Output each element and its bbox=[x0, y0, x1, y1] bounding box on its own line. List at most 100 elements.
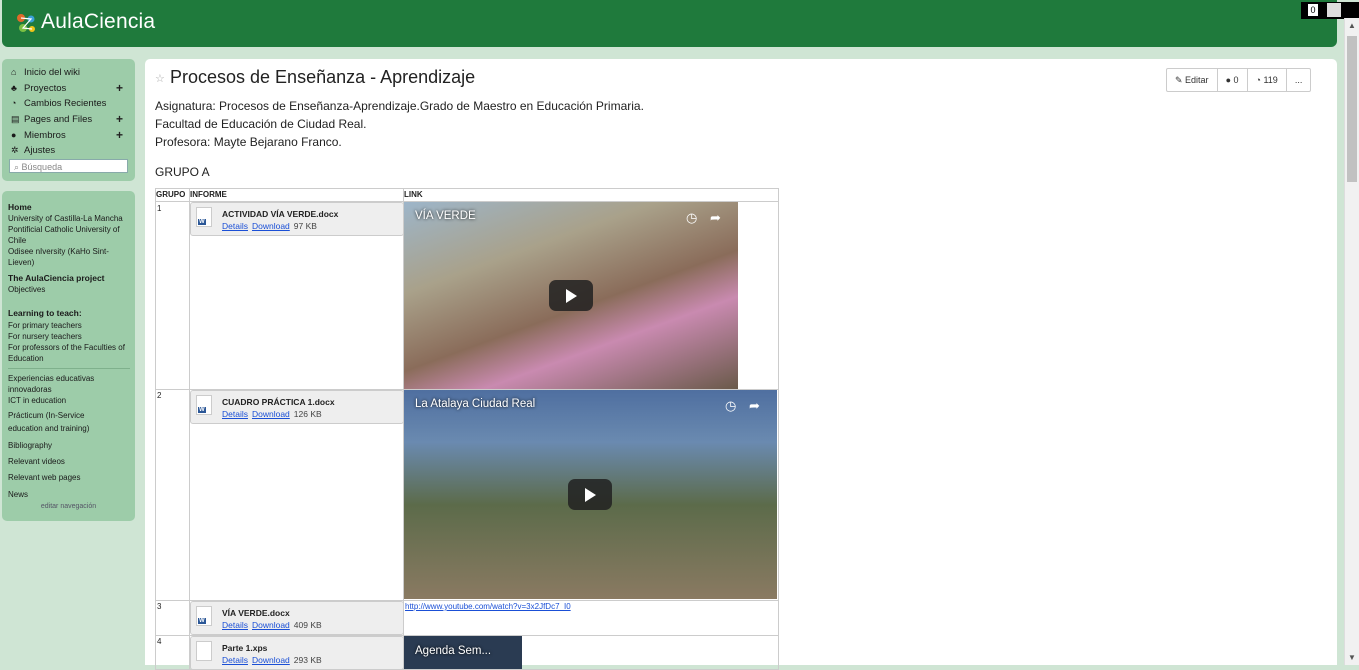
file-name: VÍA VERDE.docx bbox=[222, 608, 290, 618]
brand-name[interactable]: AulaCiencia bbox=[41, 10, 155, 34]
menu-recent-changes[interactable]: ◔ Cambios Recientes bbox=[11, 96, 106, 110]
download-link[interactable]: Download bbox=[252, 655, 290, 665]
nav-odisee-2[interactable]: Lieven) bbox=[8, 257, 130, 268]
youtube-link[interactable]: http://www.youtube.com/watch?v=3x2JfDc7_… bbox=[405, 602, 571, 611]
video-embed[interactable]: Agenda Sem... bbox=[404, 636, 522, 669]
menu-settings[interactable]: ✲ Ajustes bbox=[11, 143, 55, 157]
scrollbar-thumb[interactable] bbox=[1347, 36, 1357, 182]
user-avatar-icon[interactable] bbox=[1327, 3, 1341, 17]
nav-puc[interactable]: Pontificial Catholic University of bbox=[8, 224, 130, 235]
nav-bibliography[interactable]: Bibliography bbox=[8, 440, 130, 451]
file-attachment: ACTIVIDAD VÍA VERDE.docx Details Download… bbox=[190, 202, 404, 236]
search-input[interactable]: ⌕ Búsqueda bbox=[9, 159, 128, 173]
word-doc-icon bbox=[196, 207, 212, 227]
comment-icon: ● bbox=[1225, 75, 1234, 85]
group-heading: GRUPO A bbox=[155, 165, 210, 179]
intro-line: Profesora: Mayte Bejarano Franco. bbox=[155, 135, 342, 149]
details-link[interactable]: Details bbox=[222, 655, 248, 665]
nav-professors-2[interactable]: Education bbox=[8, 353, 130, 364]
word-doc-icon bbox=[196, 395, 212, 415]
clock-icon: ◔ bbox=[11, 98, 17, 108]
add-member-button[interactable]: + bbox=[116, 128, 123, 142]
nav-objectives[interactable]: Objectives bbox=[8, 284, 130, 295]
files-icon: ▤ bbox=[11, 114, 20, 124]
intro-line: Facultad de Educación de Ciudad Real. bbox=[155, 117, 367, 131]
nav-home[interactable]: Home bbox=[8, 202, 130, 213]
user-icon: ● bbox=[11, 130, 17, 140]
file-size: 293 KB bbox=[293, 655, 322, 665]
groups-table: GRUPO INFORME LINK 1 ACTIVIDAD VÍA VERDE… bbox=[155, 188, 779, 670]
scroll-down-icon[interactable]: ▼ bbox=[1348, 653, 1356, 662]
nav-videos[interactable]: Relevant videos bbox=[8, 456, 130, 467]
download-link[interactable]: Download bbox=[252, 409, 290, 419]
watch-later-icon[interactable]: ◷ bbox=[725, 398, 736, 414]
edit-navigation-link[interactable]: editar navegación bbox=[2, 503, 135, 510]
home-icon: ⌂ bbox=[11, 67, 17, 77]
nav-puc-chile[interactable]: Chile bbox=[8, 235, 130, 246]
nav-experiencias[interactable]: Experiencias educativas bbox=[8, 373, 130, 384]
nav-odisee[interactable]: Odisee nIversity (KaHo Sint- bbox=[8, 246, 130, 257]
more-button[interactable]: ... bbox=[1287, 69, 1311, 91]
file-name: CUADRO PRÁCTICA 1.docx bbox=[222, 397, 335, 407]
nav-divider bbox=[8, 368, 130, 369]
comments-button[interactable]: ● 0 bbox=[1218, 69, 1248, 91]
video-embed[interactable]: La Atalaya Ciudad Real ◷ ➦ bbox=[404, 390, 777, 599]
scroll-up-icon[interactable]: ▲ bbox=[1348, 21, 1356, 30]
nav-news[interactable]: News bbox=[8, 489, 130, 500]
wiki-menu: ⌂ Inicio del wiki ♣ Proyectos + ◔ Cambios R… bbox=[2, 59, 135, 181]
logo-icon[interactable] bbox=[14, 11, 38, 35]
share-icon[interactable]: ➦ bbox=[749, 398, 760, 414]
watch-later-icon[interactable]: ◷ bbox=[686, 210, 697, 226]
video-embed[interactable]: VÍA VERDE ◷ ➦ bbox=[404, 202, 738, 389]
nav-nursery[interactable]: For nursery teachers bbox=[8, 331, 130, 342]
file-size: 97 KB bbox=[293, 221, 317, 231]
row-number: 3 bbox=[157, 602, 162, 611]
details-link[interactable]: Details bbox=[222, 409, 248, 419]
main-content: ☆ Procesos de Enseñanza - Aprendizaje ✎ … bbox=[145, 59, 1337, 670]
download-link[interactable]: Download bbox=[252, 620, 290, 630]
nav-uclm[interactable]: University of Castilla-La Mancha bbox=[8, 213, 130, 224]
play-button-icon[interactable] bbox=[549, 280, 593, 311]
add-page-button[interactable]: + bbox=[116, 112, 123, 126]
menu-pages-files[interactable]: ▤ Pages and Files bbox=[11, 112, 92, 126]
nav-ict[interactable]: ICT in education bbox=[8, 395, 130, 406]
nav-experiencias-2[interactable]: innovadoras bbox=[8, 384, 130, 395]
video-title: La Atalaya Ciudad Real bbox=[415, 398, 536, 410]
nav-practicum[interactable]: Prácticum (In-Service bbox=[8, 410, 130, 421]
top-header: AulaCiencia bbox=[2, 0, 1337, 47]
file-attachment: VÍA VERDE.docx Details Download409 KB bbox=[190, 601, 404, 635]
play-button-icon[interactable] bbox=[568, 479, 612, 510]
share-icon[interactable]: ➦ bbox=[710, 210, 721, 226]
history-button[interactable]: ◔ 119 bbox=[1248, 69, 1287, 91]
star-icon[interactable]: ☆ bbox=[155, 72, 165, 85]
notification-count[interactable]: 0 bbox=[1308, 4, 1318, 16]
page-actions: ✎ Editar ● 0 ◔ 119 ... bbox=[1166, 68, 1312, 92]
vertical-scrollbar[interactable]: ▲ ▼ bbox=[1344, 18, 1359, 665]
nav-learning-heading: Learning to teach: bbox=[8, 308, 82, 318]
header-informe: INFORME bbox=[190, 189, 403, 202]
menu-projects[interactable]: ♣ Proyectos bbox=[11, 81, 66, 95]
menu-home[interactable]: ⌂ Inicio del wiki bbox=[11, 65, 80, 79]
nav-practicum-2[interactable]: education and training) bbox=[8, 423, 130, 434]
add-project-button[interactable]: + bbox=[116, 81, 123, 95]
nav-primary[interactable]: For primary teachers bbox=[8, 320, 130, 331]
sitemap-icon: ♣ bbox=[11, 83, 17, 93]
header-link: LINK bbox=[404, 189, 778, 202]
intro-line: Asignatura: Procesos de Enseñanza-Aprend… bbox=[155, 99, 644, 113]
file-name: Parte 1.xps bbox=[222, 643, 268, 653]
file-size: 126 KB bbox=[293, 409, 322, 419]
nav-professors[interactable]: For professors of the Faculties of bbox=[8, 342, 130, 353]
details-link[interactable]: Details bbox=[222, 221, 248, 231]
nav-webpages[interactable]: Relevant web pages bbox=[8, 472, 130, 483]
file-size: 409 KB bbox=[293, 620, 322, 630]
pencil-icon: ✎ bbox=[1175, 75, 1186, 85]
details-link[interactable]: Details bbox=[222, 620, 248, 630]
download-link[interactable]: Download bbox=[252, 221, 290, 231]
menu-members[interactable]: ● Miembros bbox=[11, 128, 66, 142]
row-number: 2 bbox=[157, 391, 162, 400]
nav-project[interactable]: The AulaCiencia project bbox=[8, 273, 130, 284]
page-title: Procesos de Enseñanza - Aprendizaje bbox=[170, 67, 476, 87]
user-toolbar: 0 bbox=[1301, 2, 1359, 19]
edit-button[interactable]: ✎ Editar bbox=[1167, 69, 1218, 91]
file-links: Details Download 293 KB bbox=[222, 655, 322, 665]
